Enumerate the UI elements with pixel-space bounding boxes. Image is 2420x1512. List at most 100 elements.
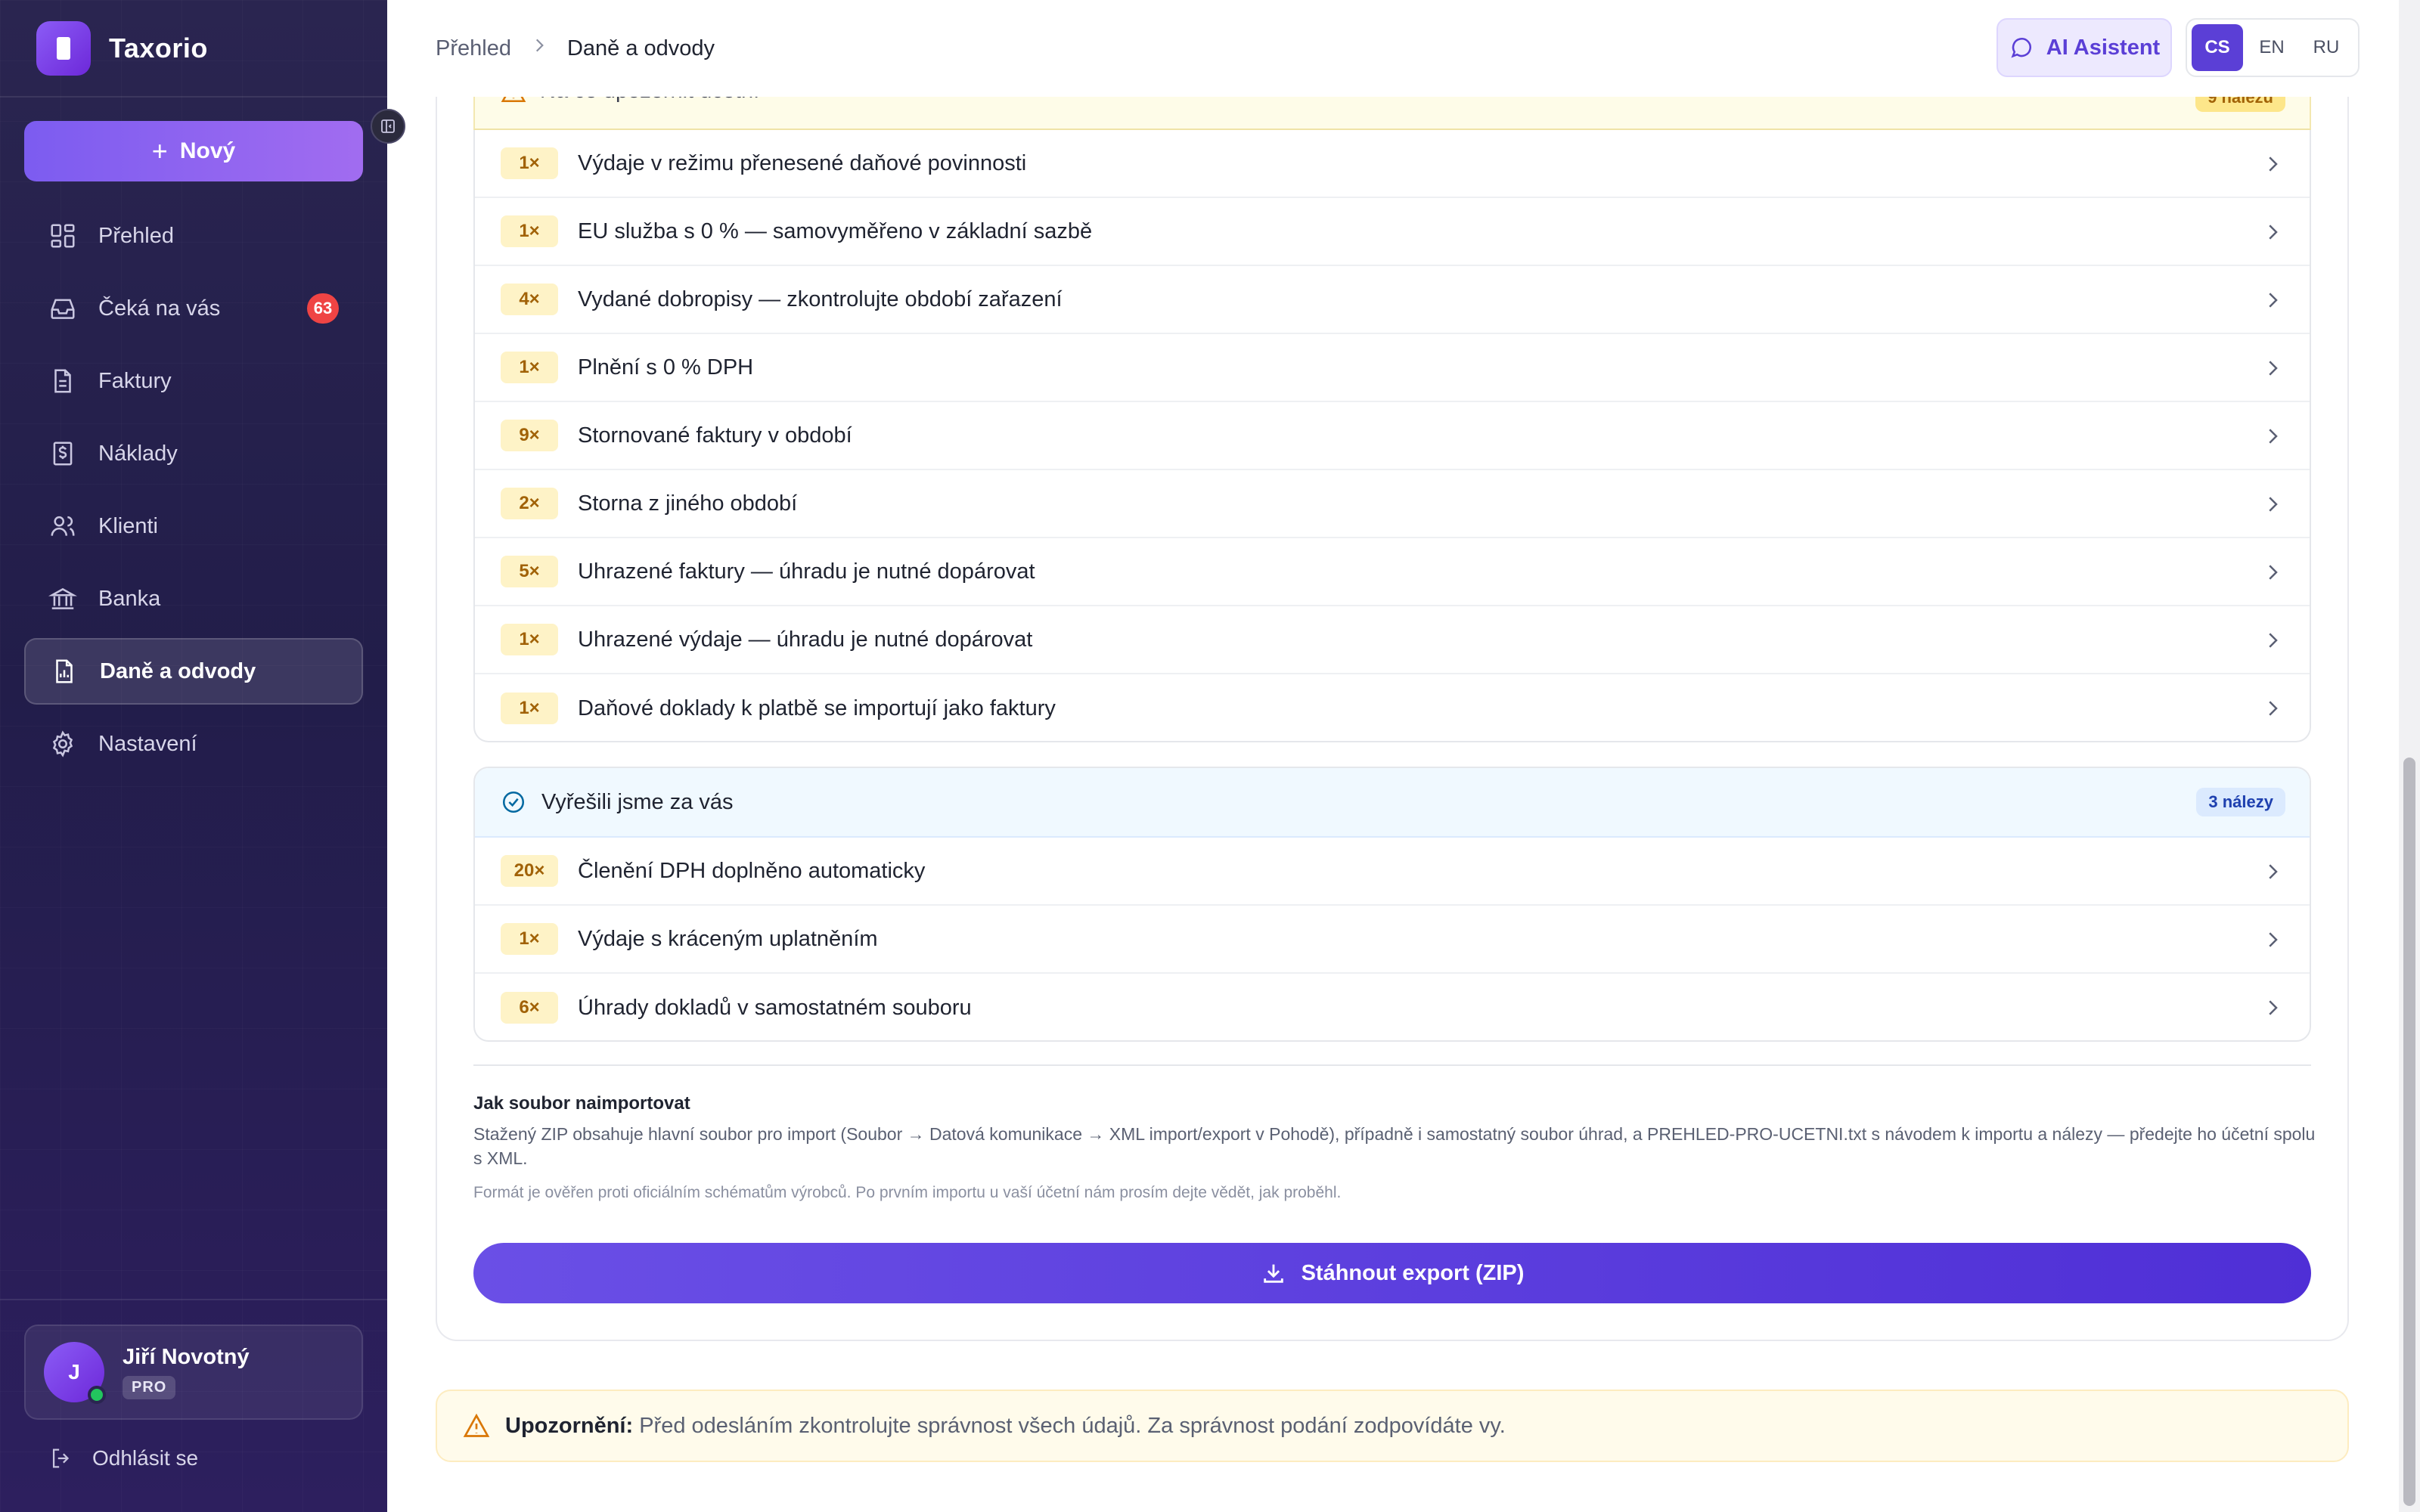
scrollbar-thumb[interactable] <box>2403 758 2415 1506</box>
count-badge: 1× <box>501 692 558 724</box>
sidebar-collapse-button[interactable] <box>371 109 405 144</box>
list-item[interactable]: 1× Výdaje v režimu přenesené daňové povi… <box>475 130 2310 198</box>
sidebar-item-nastaveni[interactable]: Nastavení <box>24 711 363 777</box>
list-item[interactable]: 1× Plnění s 0 % DPH <box>475 334 2310 402</box>
solved-list: Vyřešili jsme za vás 3 nálezy 20× Členěn… <box>473 767 2311 1042</box>
list-item-label: Členění DPH doplněno automaticky <box>578 858 926 883</box>
chevron-right-icon <box>2269 864 2278 879</box>
sidebar-item-label: Nastavení <box>98 731 197 756</box>
sidebar-item-label: Banka <box>98 586 161 611</box>
sidebar-item-klienti[interactable]: Klienti <box>24 493 363 559</box>
sidebar-item-banka[interactable]: Banka <box>24 565 363 632</box>
sidebar-item-naklady[interactable]: Náklady <box>24 420 363 487</box>
sidebar-divider <box>0 96 387 98</box>
document-icon <box>54 369 71 393</box>
logout-button[interactable]: Odhlásit se <box>48 1445 198 1471</box>
sidebar-item-dane-a-odvody[interactable]: Daně a odvody <box>24 638 363 705</box>
list-item-label: Výdaje v režimu přenesené daňové povinno… <box>578 150 1027 175</box>
list-item-label: EU služba s 0 % — samovyměřeno v základn… <box>578 218 1093 243</box>
alert-text: Před odesláním zkontrolujte správnost vš… <box>639 1413 1506 1438</box>
count-badge: 1× <box>501 215 558 247</box>
chevron-right-icon <box>2269 633 2278 648</box>
list-item-label: Daňové doklady k platbě se importují jak… <box>578 696 1056 720</box>
count-badge: 1× <box>501 147 558 179</box>
receipt-dollar-icon <box>53 442 73 466</box>
sidebar-item-label: Čeká na vás <box>98 296 221 321</box>
new-button-label: Nový <box>179 138 236 163</box>
list-item[interactable]: 9× Stornované faktury v období <box>475 402 2310 470</box>
sidebar-item-label: Klienti <box>98 513 158 538</box>
list-item-label: Storna z jiného období <box>578 491 798 516</box>
list-item[interactable]: 1× Uhrazené výdaje — úhradu je nutné dop… <box>475 606 2310 674</box>
chart-document-icon <box>56 659 73 683</box>
language-option-en[interactable]: EN <box>2246 24 2297 71</box>
avatar: J <box>44 1342 106 1404</box>
alert-title: Upozornění: <box>505 1413 634 1438</box>
list-item-label: Stornované faktury v období <box>578 423 852 448</box>
sidebar-item-prehled[interactable]: Přehled <box>24 203 363 269</box>
import-help-title: Jak soubor naimportovat <box>473 1093 690 1114</box>
sidebar: Taxorio + Nový Přehled Čeká na vás 63 Fa… <box>0 0 387 1512</box>
list-item-label: Uhrazené výdaje — úhradu je nutné dopáro… <box>578 627 1033 652</box>
section-divider <box>473 1064 2311 1066</box>
list-item[interactable]: 5× Uhrazené faktury — úhradu je nutné do… <box>475 538 2310 606</box>
count-badge: 6× <box>501 992 558 1024</box>
avatar-initial: J <box>68 1360 80 1383</box>
list-item-label: Plnění s 0 % DPH <box>578 355 754 380</box>
list-item-label: Výdaje s kráceným uplatněním <box>578 926 878 951</box>
ai-assistant-button[interactable]: AI Asistent <box>1996 18 2172 77</box>
list-item[interactable]: 1× Výdaje s kráceným uplatněním <box>475 906 2310 974</box>
download-export-label: Stáhnout export (ZIP) <box>1301 1260 1525 1285</box>
dashboard-icon <box>51 224 75 248</box>
chevron-right-icon <box>2269 1000 2278 1015</box>
warnings-list: 1× Výdaje v režimu přenesené daňové povi… <box>473 76 2311 742</box>
sidebar-item-label: Přehled <box>98 223 174 248</box>
chat-bubble-icon <box>2011 38 2031 58</box>
count-badge: 1× <box>501 624 558 655</box>
online-status-indicator <box>88 1386 106 1404</box>
check-circle-icon <box>502 791 525 813</box>
count-badge: 1× <box>501 352 558 383</box>
logout-label: Odhlásit se <box>92 1446 199 1470</box>
gear-icon <box>52 730 73 758</box>
sidebar-toggle-icon <box>381 119 395 133</box>
sidebar-item-faktury[interactable]: Faktury <box>24 348 363 414</box>
chevron-right-icon <box>2269 361 2278 376</box>
breadcrumb-home-link[interactable]: Přehled <box>436 36 511 61</box>
sidebar-divider <box>0 1299 387 1300</box>
sidebar-item-label: Faktury <box>98 368 172 393</box>
brand[interactable]: Taxorio <box>36 21 208 76</box>
warning-triangle-icon <box>463 1413 490 1437</box>
list-item-label: Uhrazené faktury — úhradu je nutné dopár… <box>578 559 1035 584</box>
inbox-icon <box>51 299 75 319</box>
list-item[interactable]: 6× Úhrady dokladů v samostatném souboru <box>475 974 2310 1040</box>
new-button[interactable]: + Nový <box>24 121 363 181</box>
top-bar: Přehled Daně a odvody AI Asistent CS EN … <box>387 0 2399 97</box>
solved-header[interactable]: Vyřešili jsme za vás 3 nálezy <box>475 768 2310 838</box>
logout-icon <box>52 1448 70 1468</box>
chevron-right-icon <box>2269 156 2278 172</box>
sidebar-item-label: Náklady <box>98 441 178 466</box>
list-item[interactable]: 4× Vydané dobropisy — zkontrolujte obdob… <box>475 266 2310 334</box>
list-item[interactable]: 1× EU služba s 0 % — samovyměřeno v zákl… <box>475 198 2310 266</box>
chevron-right-icon <box>2269 701 2278 716</box>
count-badge: 20× <box>501 855 558 887</box>
list-item[interactable]: 2× Storna z jiného období <box>475 470 2310 538</box>
breadcrumb-current: Daně a odvody <box>566 36 715 60</box>
user-card[interactable]: J Jiří Novotný PRO <box>24 1325 363 1420</box>
sidebar-item-ceka-na-vas[interactable]: Čeká na vás 63 <box>24 275 363 342</box>
solved-title: Vyřešili jsme za vás <box>541 789 734 814</box>
list-item-label: Vydané dobropisy — zkontrolujte období z… <box>578 287 1063 311</box>
brand-logo-icon <box>36 21 91 76</box>
disclaimer-alert: Upozornění: Před odesláním zkontrolujte … <box>436 1390 2349 1462</box>
list-item[interactable]: 1× Daňové doklady k platbě se importují … <box>475 674 2310 741</box>
language-option-ru[interactable]: RU <box>2301 24 2352 71</box>
count-badge: 5× <box>501 556 558 587</box>
list-item-label: Úhrady dokladů v samostatném souboru <box>578 995 972 1020</box>
download-icon <box>1263 1264 1283 1283</box>
download-export-button[interactable]: Stáhnout export (ZIP) <box>473 1243 2311 1303</box>
breadcrumb: Přehled Daně a odvody <box>436 0 715 97</box>
chevron-right-icon <box>2269 497 2278 512</box>
language-option-cs[interactable]: CS <box>2192 24 2243 71</box>
list-item[interactable]: 20× Členění DPH doplněno automaticky <box>475 838 2310 906</box>
